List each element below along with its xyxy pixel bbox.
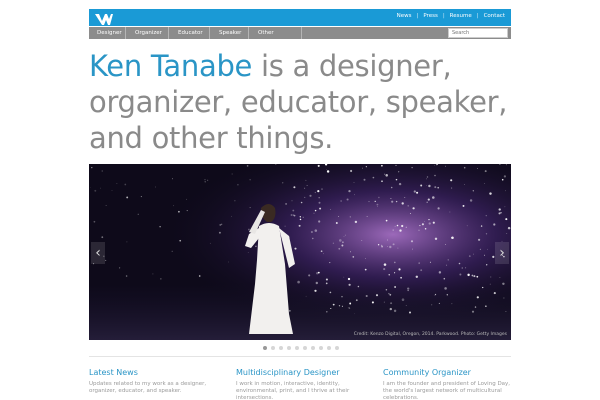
column-title[interactable]: Latest News <box>89 368 219 377</box>
slider-dot[interactable] <box>303 346 307 350</box>
slider-dot[interactable] <box>263 346 267 350</box>
column-text: I work in motion, interactive, identity,… <box>236 381 350 400</box>
nav-item-educator[interactable]: Educator <box>170 27 210 39</box>
slider-dot[interactable] <box>279 346 283 350</box>
divider <box>89 356 511 357</box>
column-text: I am the founder and president of Loving… <box>383 381 511 400</box>
top-bar: News | Press | Resume | Contact <box>89 9 511 26</box>
separator: | <box>476 13 479 19</box>
contact-link[interactable]: Contact <box>484 13 505 19</box>
image-slider[interactable]: ‹ › Credit: Kenzo Digital, Oregon, 2014.… <box>89 164 511 340</box>
column-organizer: Community Organizer I am the founder and… <box>383 368 513 400</box>
slider-dot[interactable] <box>295 346 299 350</box>
nav-item-organizer[interactable]: Organizer <box>127 27 169 39</box>
slider-dot[interactable] <box>271 346 275 350</box>
column-latest-news: Latest News Updates related to my work a… <box>89 368 219 395</box>
separator: | <box>416 13 419 19</box>
page-headline: Ken Tanabe is a designer, organizer, edu… <box>89 48 529 156</box>
slider-dot[interactable] <box>287 346 291 350</box>
column-designer: Multidisciplinary Designer I work in mot… <box>236 368 366 400</box>
slider-dot[interactable] <box>311 346 315 350</box>
separator: | <box>442 13 445 19</box>
search-input[interactable] <box>448 28 508 38</box>
nav-item-speaker[interactable]: Speaker <box>211 27 249 39</box>
resume-link[interactable]: Resume <box>450 13 472 19</box>
press-link[interactable]: Press <box>423 13 437 19</box>
slider-next-button[interactable]: › <box>495 242 509 264</box>
slider-dot[interactable] <box>319 346 323 350</box>
photo-credit: Credit: Kenzo Digital, Oregon, 2014. Par… <box>353 332 507 337</box>
column-title[interactable]: Community Organizer <box>383 368 513 377</box>
column-title[interactable]: Multidisciplinary Designer <box>236 368 366 377</box>
slider-dot[interactable] <box>335 346 339 350</box>
column-text: Updates related to my work as a designer… <box>89 381 207 394</box>
logo-icon[interactable] <box>94 11 114 25</box>
slider-prev-button[interactable]: ‹ <box>91 242 105 264</box>
nav-item-other-things[interactable]: Other Things <box>250 27 302 48</box>
slider-dot[interactable] <box>327 346 331 350</box>
nav-item-designer[interactable]: Designer <box>89 27 126 39</box>
top-links: News | Press | Resume | Contact <box>397 13 505 19</box>
slider-dots <box>263 346 339 350</box>
news-link[interactable]: News <box>397 13 412 19</box>
slide-image <box>89 164 511 340</box>
headline-name[interactable]: Ken Tanabe <box>89 49 252 83</box>
